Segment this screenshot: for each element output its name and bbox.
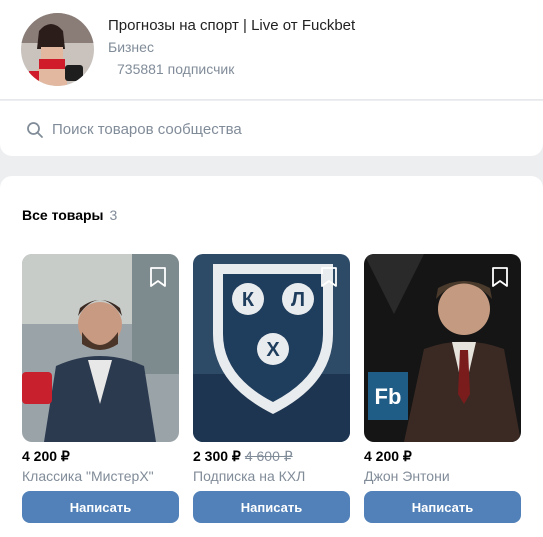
product-image[interactable]: Fb <box>364 254 521 442</box>
product-name[interactable]: Подписка на КХЛ <box>193 468 350 484</box>
bookmark-icon[interactable] <box>491 266 509 288</box>
product-card[interactable]: К Л Х 2 300 ₽4 600 ₽ Подписка на КХЛ Нап… <box>193 254 350 523</box>
svg-text:Л: Л <box>291 289 305 311</box>
product-old-price: 4 600 ₽ <box>244 448 293 464</box>
search-icon <box>27 122 43 138</box>
section-title-label: Все товары <box>22 207 104 223</box>
write-button[interactable]: Написать <box>193 491 350 523</box>
svg-text:Х: Х <box>266 339 280 361</box>
group-header: Прогнозы на спорт | Live от Fuckbet Бизн… <box>0 0 543 100</box>
product-image[interactable]: К Л Х <box>193 254 350 442</box>
bookmark-icon[interactable] <box>320 266 338 288</box>
bookmark-icon[interactable] <box>149 266 167 288</box>
product-card[interactable]: Fb 4 200 ₽ Джон Энтони Написать <box>364 254 521 523</box>
write-button[interactable]: Написать <box>22 491 179 523</box>
write-button[interactable]: Написать <box>364 491 521 523</box>
product-image[interactable] <box>22 254 179 442</box>
product-name[interactable]: Классика "МистерХ" <box>22 468 179 484</box>
product-price-row: 4 200 ₽ <box>22 448 179 465</box>
svg-text:Fb: Fb <box>375 384 402 409</box>
product-card[interactable]: 4 200 ₽ Классика "МистерХ" Написать <box>22 254 179 523</box>
product-price: 2 300 ₽ <box>193 448 241 464</box>
group-title[interactable]: Прогнозы на спорт | Live от Fuckbet <box>108 17 355 34</box>
product-name[interactable]: Джон Энтони <box>364 468 521 484</box>
group-subscribers[interactable]: 735881 подписчик <box>117 61 234 77</box>
group-type: Бизнес <box>108 39 154 55</box>
product-price-row: 4 200 ₽ <box>364 448 521 465</box>
product-price-row: 2 300 ₽4 600 ₽ <box>193 448 350 465</box>
goods-count: 3 <box>109 207 118 223</box>
group-avatar[interactable] <box>21 13 94 86</box>
search-bar <box>0 101 543 156</box>
section-title[interactable]: Все товары 3 <box>22 207 117 223</box>
goods-section: Все товары 3 4 200 ₽ Классика "МистерХ" <box>0 176 543 537</box>
svg-text:К: К <box>242 289 255 311</box>
search-input[interactable] <box>52 118 512 140</box>
product-price: 4 200 ₽ <box>22 448 70 464</box>
product-price: 4 200 ₽ <box>364 448 412 464</box>
